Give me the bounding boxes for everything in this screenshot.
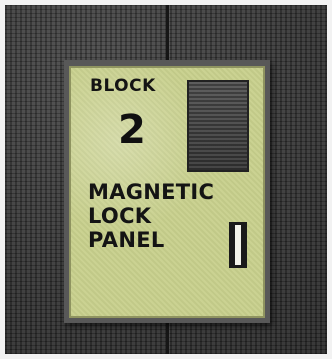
block-display-screen <box>187 80 249 172</box>
block-number: 2 <box>118 107 146 153</box>
panel-title: MAGNETIC LOCK PANEL <box>88 180 214 252</box>
block-label: BLOCK <box>90 76 156 96</box>
lock-switch-icon[interactable] <box>229 222 247 268</box>
panel-title-line-2: LOCK <box>88 204 152 228</box>
panel-title-line-3: PANEL <box>88 228 165 252</box>
lock-switch-bar <box>235 225 241 265</box>
panel-title-line-1: MAGNETIC <box>88 180 215 204</box>
game-scene: BLOCK 2 MAGNETIC LOCK PANEL <box>0 0 332 359</box>
